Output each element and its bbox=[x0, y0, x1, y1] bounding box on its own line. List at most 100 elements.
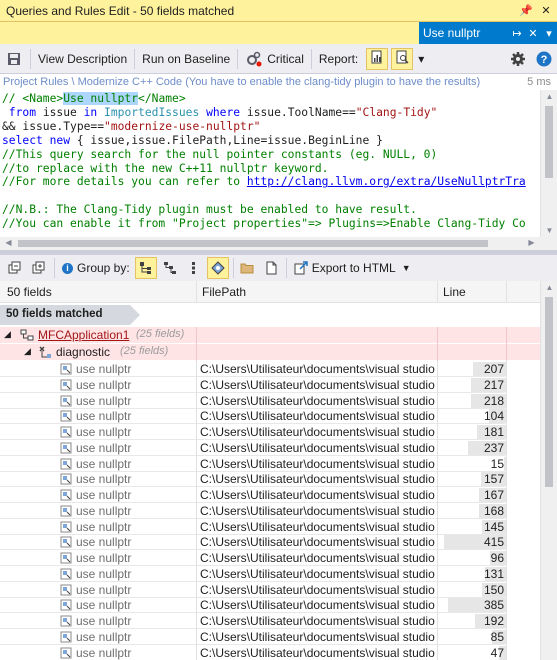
expand-all-button[interactable] bbox=[28, 257, 50, 279]
table-row[interactable]: use nullptr C:\Users\Utilisateur\document… bbox=[0, 582, 540, 598]
editor-vertical-scrollbar[interactable]: ▲ ▼ bbox=[540, 90, 557, 237]
scroll-up-arrow[interactable]: ▲ bbox=[541, 92, 557, 101]
code-editor[interactable]: // <Name>Use nullptr</Name> from issue i… bbox=[0, 90, 540, 237]
assembly-icon bbox=[210, 261, 225, 275]
help-icon[interactable]: ? bbox=[531, 47, 557, 71]
line-number: 96 bbox=[490, 551, 504, 565]
line-cell: 217 bbox=[440, 377, 506, 393]
column-header-filepath[interactable]: FilePath bbox=[202, 285, 246, 299]
file-path: C:\Users\Utilisateur\documents\visual st… bbox=[200, 456, 436, 471]
folder-button[interactable] bbox=[236, 257, 258, 279]
save-icon bbox=[5, 50, 23, 68]
scroll-thumb[interactable] bbox=[18, 240, 488, 247]
tree-row-project[interactable]: ◢ MFCApplication1 (25 fields) bbox=[0, 327, 540, 343]
column-header-line[interactable]: Line bbox=[443, 285, 466, 299]
tree-row-namespace[interactable]: ◢ diagnostic (25 fields) bbox=[0, 344, 540, 360]
critical-button[interactable]: Critical bbox=[240, 47, 309, 71]
report-dropdown[interactable]: ▾ bbox=[413, 47, 429, 71]
field-icon bbox=[60, 410, 72, 422]
line-cell: 15 bbox=[440, 456, 506, 472]
table-row[interactable]: use nullptr C:\Users\Utilisateur\document… bbox=[0, 424, 540, 440]
table-row[interactable]: use nullptr C:\Users\Utilisateur\document… bbox=[0, 471, 540, 488]
file-path: C:\Users\Utilisateur\documents\visual st… bbox=[200, 614, 436, 628]
table-row[interactable]: use nullptr C:\Users\Utilisateur\document… bbox=[0, 629, 540, 645]
table-row[interactable]: use nullptr C:\Users\Utilisateur\document… bbox=[0, 519, 540, 535]
report-chart-button[interactable] bbox=[366, 47, 389, 70]
field-name: use nullptr bbox=[76, 409, 132, 424]
results-tree: ◢ MFCApplication1 (25 fields) ◢ diagnost… bbox=[0, 327, 540, 660]
table-row[interactable]: use nullptr C:\Users\Utilisateur\document… bbox=[0, 408, 540, 425]
export-html-button[interactable]: Export to HTML ▼ bbox=[289, 256, 416, 280]
tab-use-nullptr[interactable]: Use nullptr ↦ ✕ ▾ bbox=[419, 22, 557, 44]
field-name: use nullptr bbox=[76, 393, 132, 408]
toolbar-separator bbox=[54, 258, 55, 278]
collapse-arrow-icon[interactable]: ◢ bbox=[4, 329, 11, 340]
table-row[interactable]: use nullptr C:\Users\Utilisateur\document… bbox=[0, 361, 540, 377]
scroll-up-arrow[interactable]: ▲ bbox=[541, 283, 557, 292]
field-name: use nullptr bbox=[76, 629, 132, 644]
results-vertical-scrollbar[interactable]: ▲ bbox=[540, 281, 557, 660]
run-on-baseline-button[interactable]: Run on Baseline bbox=[137, 47, 235, 71]
table-row[interactable]: use nullptr C:\Users\Utilisateur\document… bbox=[0, 566, 540, 582]
editor-horizontal-scrollbar[interactable]: ◀ ▶ bbox=[0, 237, 540, 250]
report-search-button[interactable] bbox=[391, 47, 414, 70]
group-by-flat-button[interactable] bbox=[183, 257, 205, 279]
gear-icon[interactable] bbox=[505, 47, 531, 71]
column-divider bbox=[196, 361, 197, 660]
line-number: 145 bbox=[483, 519, 504, 534]
scroll-right-arrow[interactable]: ▶ bbox=[523, 238, 540, 247]
scroll-thumb[interactable] bbox=[545, 297, 553, 487]
table-row[interactable]: use nullptr C:\Users\Utilisateur\document… bbox=[0, 534, 540, 551]
line-cell: 192 bbox=[440, 613, 506, 629]
collapse-all-button[interactable] bbox=[4, 257, 26, 279]
table-row[interactable]: use nullptr C:\Users\Utilisateur\document… bbox=[0, 645, 540, 660]
collapse-arrow-icon[interactable]: ◢ bbox=[24, 346, 31, 357]
line-cell: 150 bbox=[440, 582, 506, 598]
scroll-thumb[interactable] bbox=[545, 106, 553, 178]
close-icon[interactable]: ✕ bbox=[537, 2, 555, 20]
group-by-namespace-button[interactable] bbox=[134, 257, 157, 279]
line-cell: 168 bbox=[440, 503, 506, 519]
table-row[interactable]: use nullptr C:\Users\Utilisateur\document… bbox=[0, 597, 540, 614]
view-description-button[interactable]: View Description bbox=[33, 47, 132, 71]
line-number: 131 bbox=[483, 566, 504, 581]
file-button[interactable] bbox=[260, 257, 282, 279]
scroll-left-arrow[interactable]: ◀ bbox=[0, 238, 17, 247]
table-row[interactable]: use nullptr C:\Users\Utilisateur\document… bbox=[0, 440, 540, 456]
pin-icon[interactable]: ↦ bbox=[509, 27, 525, 40]
file-path: C:\Users\Utilisateur\documents\visual st… bbox=[200, 488, 436, 502]
table-row[interactable]: use nullptr C:\Users\Utilisateur\document… bbox=[0, 550, 540, 566]
close-tab-icon[interactable]: ✕ bbox=[525, 27, 541, 40]
namespace-name[interactable]: diagnostic bbox=[56, 345, 110, 359]
table-row[interactable]: use nullptr C:\Users\Utilisateur\document… bbox=[0, 503, 540, 519]
report-search-icon bbox=[395, 50, 409, 67]
pin-icon[interactable]: 📌 bbox=[517, 2, 535, 20]
group-by-type-button[interactable] bbox=[159, 257, 181, 279]
table-row[interactable]: use nullptr C:\Users\Utilisateur\document… bbox=[0, 377, 540, 393]
clang-link[interactable]: http://clang.llvm.org/extra/UseNullptrTr… bbox=[247, 175, 526, 188]
table-row[interactable]: use nullptr C:\Users\Utilisateur\document… bbox=[0, 613, 540, 629]
table-row[interactable]: use nullptr C:\Users\Utilisateur\document… bbox=[0, 393, 540, 409]
field-icon bbox=[60, 442, 72, 454]
field-name: use nullptr bbox=[76, 551, 132, 565]
column-header-fields[interactable]: 50 fields bbox=[7, 285, 52, 299]
field-icon bbox=[60, 505, 72, 517]
field-name: use nullptr bbox=[76, 456, 132, 471]
line-cell: 85 bbox=[440, 629, 506, 645]
query-path[interactable]: Project Rules \ Modernize C++ Code (You … bbox=[3, 76, 480, 88]
line-number: 218 bbox=[483, 393, 504, 408]
expand-all-icon bbox=[32, 261, 45, 274]
field-name: use nullptr bbox=[76, 503, 132, 518]
project-name[interactable]: MFCApplication1 bbox=[38, 328, 129, 342]
table-row[interactable]: use nullptr C:\Users\Utilisateur\document… bbox=[0, 487, 540, 503]
collapse-all-icon bbox=[8, 261, 21, 274]
line-cell: 131 bbox=[440, 566, 506, 582]
file-path: C:\Users\Utilisateur\documents\visual st… bbox=[200, 598, 436, 613]
group-by-assembly-button[interactable] bbox=[206, 257, 229, 279]
chevron-down-icon[interactable]: ▾ bbox=[541, 27, 557, 40]
table-row[interactable]: use nullptr C:\Users\Utilisateur\document… bbox=[0, 456, 540, 472]
save-button[interactable] bbox=[0, 47, 28, 71]
scroll-down-arrow[interactable]: ▼ bbox=[541, 226, 557, 235]
tab-strip: Use nullptr ↦ ✕ ▾ bbox=[0, 22, 557, 44]
file-icon bbox=[266, 261, 277, 275]
